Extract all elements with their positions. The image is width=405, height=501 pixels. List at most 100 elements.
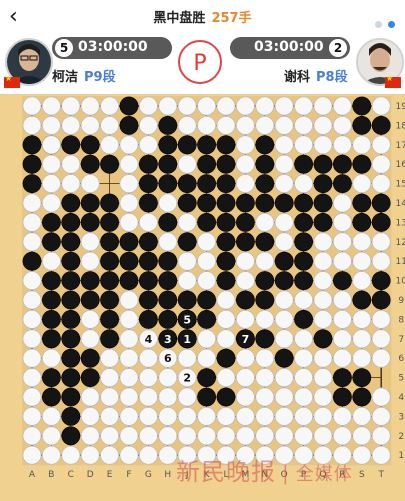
board-svg[interactable]: A B C D E F G H J K L M N O P Q R S T191817161514131211109… (0, 94, 405, 501)
black-stone[interactable] (158, 271, 178, 291)
black-stone[interactable] (61, 232, 81, 252)
white-stone[interactable] (371, 329, 391, 349)
black-stone[interactable] (235, 290, 255, 310)
white-stone[interactable] (235, 96, 255, 116)
white-stone[interactable] (61, 96, 81, 116)
black-stone[interactable] (197, 212, 217, 232)
black-stone[interactable] (274, 251, 294, 271)
white-stone[interactable] (177, 251, 197, 271)
white-stone[interactable] (138, 368, 158, 388)
black-stone[interactable] (216, 154, 236, 174)
black-stone[interactable] (61, 387, 81, 407)
black-stone[interactable] (158, 174, 178, 194)
black-stone[interactable] (274, 193, 294, 213)
white-stone[interactable] (119, 174, 139, 194)
black-stone[interactable] (119, 251, 139, 271)
black-stone[interactable] (216, 193, 236, 213)
white-stone[interactable] (235, 271, 255, 291)
black-stone[interactable] (100, 212, 120, 232)
black-stone[interactable] (158, 115, 178, 135)
white-stone[interactable] (41, 115, 61, 135)
black-stone[interactable] (80, 212, 100, 232)
black-stone[interactable] (177, 135, 197, 155)
white-stone[interactable] (352, 271, 372, 291)
black-stone[interactable] (332, 154, 352, 174)
black-stone[interactable] (352, 193, 372, 213)
white-stone[interactable] (294, 426, 314, 446)
white-stone[interactable] (255, 212, 275, 232)
white-stone[interactable] (80, 96, 100, 116)
white-stone[interactable] (332, 96, 352, 116)
black-stone[interactable] (313, 174, 333, 194)
black-stone[interactable] (216, 135, 236, 155)
white-stone[interactable] (352, 232, 372, 252)
white-stone[interactable] (294, 406, 314, 426)
white-stone[interactable] (158, 193, 178, 213)
white-stone[interactable] (274, 212, 294, 232)
white-stone[interactable] (41, 135, 61, 155)
black-stone[interactable] (138, 271, 158, 291)
white-stone[interactable] (313, 348, 333, 368)
black-stone[interactable] (100, 154, 120, 174)
white-stone[interactable] (41, 193, 61, 213)
black-stone[interactable] (138, 290, 158, 310)
white-stone[interactable] (255, 309, 275, 329)
white-stone[interactable] (119, 445, 139, 465)
white-stone[interactable] (235, 387, 255, 407)
white-stone[interactable] (294, 348, 314, 368)
white-stone[interactable] (22, 445, 42, 465)
white-stone[interactable] (313, 368, 333, 388)
black-stone[interactable] (255, 135, 275, 155)
black-stone[interactable] (100, 232, 120, 252)
white-stone[interactable] (100, 406, 120, 426)
white-stone[interactable] (274, 368, 294, 388)
white-stone[interactable] (22, 368, 42, 388)
white-stone[interactable] (197, 329, 217, 349)
white-stone[interactable] (371, 251, 391, 271)
white-stone[interactable] (235, 154, 255, 174)
white-stone[interactable] (255, 368, 275, 388)
black-stone[interactable] (61, 348, 81, 368)
black-stone[interactable] (61, 406, 81, 426)
white-stone[interactable] (352, 251, 372, 271)
white-stone[interactable] (313, 96, 333, 116)
white-stone[interactable] (313, 406, 333, 426)
white-stone[interactable] (177, 387, 197, 407)
white-stone[interactable] (352, 348, 372, 368)
white-stone[interactable] (371, 135, 391, 155)
black-stone[interactable] (61, 426, 81, 446)
white-stone[interactable] (22, 96, 42, 116)
white-stone[interactable] (177, 348, 197, 368)
white-stone[interactable] (332, 251, 352, 271)
white-stone[interactable] (274, 174, 294, 194)
white-stone[interactable] (235, 348, 255, 368)
white-stone[interactable] (100, 445, 120, 465)
black-stone[interactable] (80, 348, 100, 368)
white-stone[interactable] (100, 96, 120, 116)
white-stone[interactable] (177, 406, 197, 426)
black-stone[interactable] (61, 271, 81, 291)
black-stone[interactable] (294, 309, 314, 329)
white-stone[interactable] (138, 96, 158, 116)
white-stone[interactable] (274, 154, 294, 174)
white-stone[interactable] (197, 96, 217, 116)
white-stone[interactable] (255, 406, 275, 426)
white-stone[interactable] (371, 387, 391, 407)
white-stone[interactable] (197, 115, 217, 135)
black-stone[interactable] (100, 251, 120, 271)
white-stone[interactable] (100, 115, 120, 135)
black-stone[interactable] (294, 251, 314, 271)
black-stone[interactable] (119, 271, 139, 291)
black-stone[interactable] (100, 309, 120, 329)
white-stone[interactable] (294, 174, 314, 194)
black-stone[interactable] (42, 290, 61, 310)
black-stone[interactable] (138, 193, 158, 213)
white-stone[interactable] (158, 445, 178, 465)
white-stone[interactable] (138, 426, 158, 446)
white-stone[interactable] (197, 232, 217, 252)
white-stone[interactable] (313, 387, 333, 407)
black-stone[interactable] (100, 271, 120, 291)
black-stone[interactable] (352, 290, 372, 310)
white-stone[interactable] (313, 271, 333, 291)
white-stone[interactable] (371, 406, 391, 426)
